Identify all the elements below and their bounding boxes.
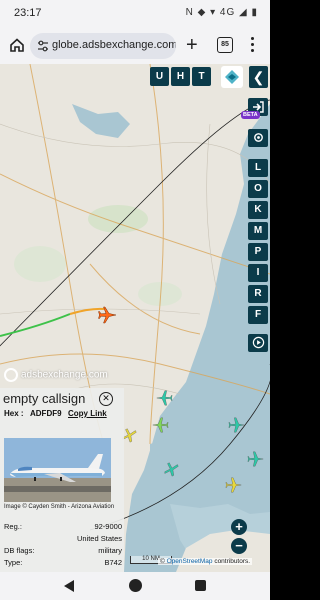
type-value: B742 — [104, 558, 122, 567]
new-tab-button[interactable]: + — [186, 33, 198, 57]
aircraft-icon[interactable] — [155, 389, 173, 407]
adsbexchange-logo-icon — [4, 368, 18, 382]
beta-badge: BETA — [241, 111, 260, 119]
attribution-suffix: contributors. — [214, 558, 251, 565]
layers-icon — [225, 70, 239, 84]
status-icons: N ◆ ▾ 4G ◢ ▮ — [185, 7, 258, 18]
sidebar-button-i[interactable]: I — [248, 264, 268, 282]
type-label: Type: — [4, 558, 23, 567]
status-time: 23:17 — [14, 7, 42, 19]
replay-button[interactable] — [248, 334, 268, 352]
site-settings-icon[interactable] — [36, 39, 50, 53]
settings-button[interactable] — [248, 129, 268, 147]
attribution-prefix: © — [160, 558, 165, 565]
aircraft-icon[interactable] — [163, 460, 181, 478]
zoom-in-button[interactable]: + — [231, 519, 247, 535]
u-button[interactable]: U — [150, 67, 169, 86]
sidebar-button-f[interactable]: F — [248, 306, 268, 324]
sidebar-button-p[interactable]: P — [248, 243, 268, 261]
aircraft-info-panel: empty callsign ✕ Hex : ADFDF9 Copy Link … — [0, 388, 124, 572]
h-button[interactable]: H — [171, 67, 190, 86]
close-panel-button[interactable]: ✕ — [99, 392, 113, 406]
overflow-menu-icon[interactable] — [250, 37, 254, 55]
aircraft-photo[interactable] — [4, 438, 111, 502]
country-value: United States — [76, 534, 122, 543]
url-bar[interactable]: globe.adsbexchange.com/? — [30, 33, 176, 59]
gear-icon — [253, 133, 263, 142]
aircraft-icon[interactable] — [247, 450, 265, 468]
sidebar-button-k[interactable]: K — [248, 201, 268, 219]
browser-toolbar: globe.adsbexchange.com/? + 85 — [0, 28, 270, 64]
home-icon[interactable] — [8, 36, 26, 54]
url-text: globe.adsbexchange.com/? — [52, 39, 176, 51]
sidebar-button-r[interactable]: R — [248, 285, 268, 303]
tab-switcher-button[interactable]: 85 — [217, 37, 233, 53]
openstreetmap-link[interactable]: OpenStreetMap — [167, 558, 213, 565]
registration-value: 92-9000 — [94, 522, 122, 531]
callsign: empty callsign — [3, 391, 86, 406]
t-button[interactable]: T — [192, 67, 211, 86]
hex-label: Hex : — [4, 409, 24, 418]
status-bar: 23:17 N ◆ ▾ 4G ◢ ▮ — [0, 0, 270, 28]
aircraft-icon[interactable] — [151, 416, 169, 434]
aircraft-icon[interactable] — [228, 416, 246, 434]
sidebar-button-m[interactable]: M — [248, 222, 268, 240]
photo-credit[interactable]: Image © Cayden Smith - Arizona Aviation — [4, 504, 114, 510]
aircraft-icon[interactable] — [225, 476, 243, 494]
aircraft-photo-image — [4, 438, 111, 502]
sidebar-button-o[interactable]: O — [248, 180, 268, 198]
map-attribution: © OpenStreetMap contributors. — [158, 558, 253, 565]
hex-value: ADFDF9 — [30, 409, 62, 418]
collapse-sidebar-button[interactable]: ❮ — [249, 66, 268, 88]
copy-link-button[interactable]: Copy Link — [68, 409, 107, 418]
registration-label: Reg.: — [4, 522, 22, 531]
zoom-out-button[interactable]: − — [231, 538, 247, 554]
layers-button[interactable] — [221, 66, 243, 88]
play-circle-icon — [252, 336, 264, 349]
adsbexchange-watermark: adsbexchange.com — [4, 368, 108, 382]
recent-apps-icon[interactable] — [195, 580, 206, 591]
selected-aircraft-icon[interactable] — [97, 305, 117, 325]
sidebar-button-l[interactable]: L — [248, 159, 268, 177]
system-nav-bar — [0, 572, 270, 600]
back-icon[interactable] — [64, 580, 74, 592]
db-flags-value: military — [98, 546, 122, 555]
home-nav-icon[interactable] — [129, 579, 142, 592]
watermark-text: adsbexchange.com — [21, 369, 108, 381]
db-flags-label: DB flags: — [4, 546, 35, 555]
